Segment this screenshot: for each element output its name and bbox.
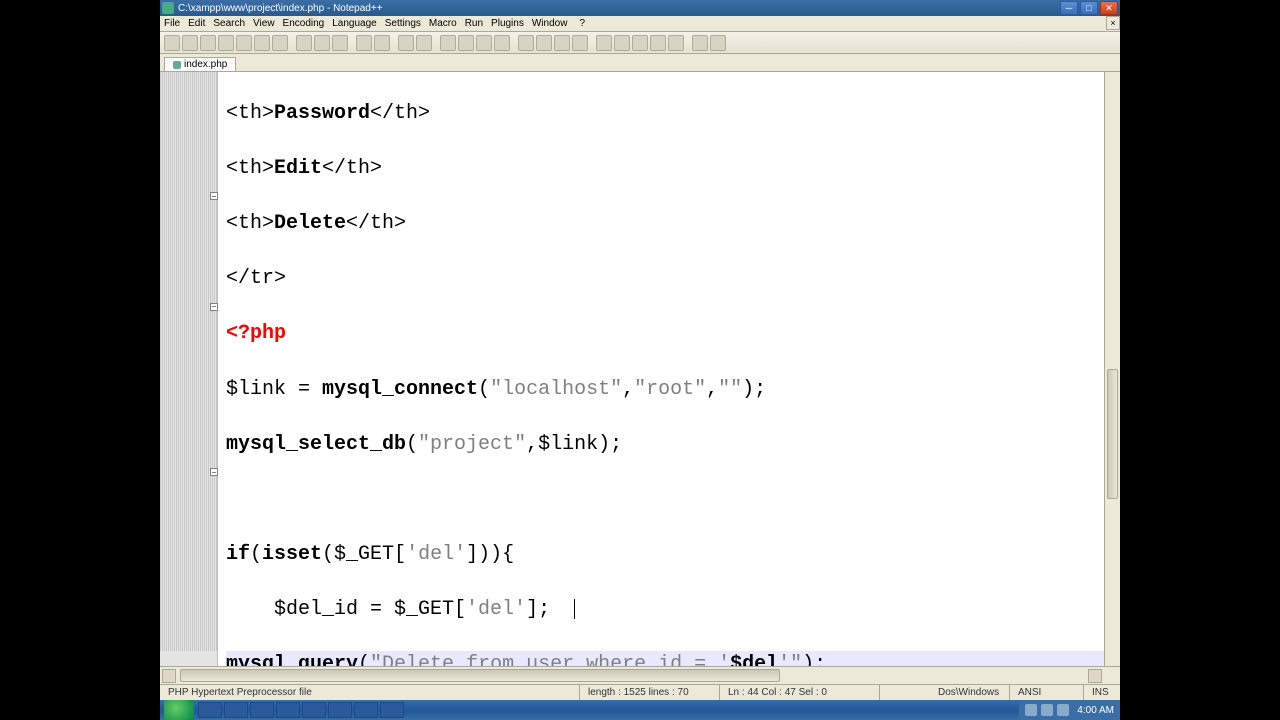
tab-indexphp[interactable]: index.php <box>164 57 236 71</box>
vertical-scrollbar[interactable] <box>1104 72 1120 666</box>
taskbar-item[interactable] <box>198 702 222 718</box>
toolbar <box>160 32 1120 54</box>
replace-icon[interactable] <box>416 35 432 51</box>
open-file-icon[interactable] <box>182 35 198 51</box>
taskbar-item[interactable] <box>276 702 300 718</box>
indent-guide-icon[interactable] <box>554 35 570 51</box>
menu-plugins[interactable]: Plugins <box>491 18 524 29</box>
line-number-gutter <box>160 72 218 684</box>
status-filetype: PHP Hypertext Preprocessor file <box>160 685 580 700</box>
zoom-out-icon[interactable] <box>458 35 474 51</box>
wordwrap-icon[interactable] <box>518 35 534 51</box>
doc-map-icon[interactable] <box>692 35 708 51</box>
app-icon <box>162 2 174 14</box>
menu-settings[interactable]: Settings <box>385 18 421 29</box>
play-macro-icon[interactable] <box>632 35 648 51</box>
play-multi-icon[interactable] <box>650 35 666 51</box>
start-button[interactable] <box>164 700 194 720</box>
taskbar-item[interactable] <box>328 702 352 718</box>
tabbar: index.php <box>160 54 1120 72</box>
tray-icon[interactable] <box>1025 704 1037 716</box>
paste-icon[interactable] <box>332 35 348 51</box>
menu-encoding[interactable]: Encoding <box>283 18 325 29</box>
taskbar-item[interactable] <box>224 702 248 718</box>
code-area[interactable]: <th>Password</th> <th>Edit</th> <th>Dele… <box>218 72 1120 684</box>
window-title: C:\xampp\www\project\index.php - Notepad… <box>178 3 1060 14</box>
sync-v-icon[interactable] <box>476 35 492 51</box>
show-all-chars-icon[interactable] <box>536 35 552 51</box>
scroll-right-button[interactable] <box>1088 669 1102 683</box>
app-window: C:\xampp\www\project\index.php - Notepad… <box>160 0 1120 700</box>
func-list-icon[interactable] <box>710 35 726 51</box>
sync-h-icon[interactable] <box>494 35 510 51</box>
titlebar[interactable]: C:\xampp\www\project\index.php - Notepad… <box>160 0 1120 16</box>
print-icon[interactable] <box>272 35 288 51</box>
taskbar-item[interactable] <box>250 702 274 718</box>
fold-icon[interactable] <box>210 468 218 476</box>
copy-icon[interactable] <box>314 35 330 51</box>
stop-macro-icon[interactable] <box>614 35 630 51</box>
status-eol: Dos\Windows <box>930 685 1010 700</box>
save-all-icon[interactable] <box>218 35 234 51</box>
menu-search[interactable]: Search <box>213 18 245 29</box>
close-doc-icon[interactable] <box>236 35 252 51</box>
status-ins: INS <box>1084 685 1120 700</box>
save-macro-icon[interactable] <box>668 35 684 51</box>
editor: <th>Password</th> <th>Edit</th> <th>Dele… <box>160 72 1120 684</box>
close-button[interactable]: ✕ <box>1100 1 1118 15</box>
fold-icon[interactable] <box>210 303 218 311</box>
status-encoding: ANSI <box>1010 685 1084 700</box>
menu-run[interactable]: Run <box>465 18 483 29</box>
menu-help[interactable]: ? <box>579 18 585 29</box>
close-all-icon[interactable] <box>254 35 270 51</box>
minimize-button[interactable]: ─ <box>1060 1 1078 15</box>
taskbar-item[interactable] <box>302 702 326 718</box>
find-icon[interactable] <box>398 35 414 51</box>
user-lang-icon[interactable] <box>572 35 588 51</box>
tab-label: index.php <box>184 59 227 70</box>
taskbar-item[interactable] <box>354 702 378 718</box>
status-length: length : 1525 lines : 70 <box>580 685 720 700</box>
taskbar-item[interactable] <box>380 702 404 718</box>
cut-icon[interactable] <box>296 35 312 51</box>
status-position: Ln : 44 Col : 47 Sel : 0 <box>720 685 880 700</box>
h-scrollbar-thumb[interactable] <box>180 669 780 682</box>
horizontal-scrollbar[interactable] <box>160 666 1120 684</box>
undo-icon[interactable] <box>356 35 372 51</box>
save-icon[interactable] <box>200 35 216 51</box>
redo-icon[interactable] <box>374 35 390 51</box>
clock[interactable]: 4:00 AM <box>1077 705 1114 716</box>
taskbar: 4:00 AM <box>160 700 1120 720</box>
doc-close-button[interactable]: × <box>1106 16 1120 30</box>
statusbar: PHP Hypertext Preprocessor file length :… <box>160 684 1120 700</box>
scroll-left-button[interactable] <box>162 669 176 683</box>
scroll-corner <box>1104 667 1120 684</box>
menu-language[interactable]: Language <box>332 18 377 29</box>
menu-edit[interactable]: Edit <box>188 18 205 29</box>
zoom-in-icon[interactable] <box>440 35 456 51</box>
text-cursor <box>574 599 575 619</box>
tab-file-icon <box>173 61 181 69</box>
menu-file[interactable]: File <box>164 18 180 29</box>
menu-view[interactable]: View <box>253 18 275 29</box>
tray-icon[interactable] <box>1041 704 1053 716</box>
menu-macro[interactable]: Macro <box>429 18 457 29</box>
maximize-button[interactable]: □ <box>1080 1 1098 15</box>
tray-volume-icon[interactable] <box>1057 704 1069 716</box>
fold-icon[interactable] <box>210 192 218 200</box>
menubar: File Edit Search View Encoding Language … <box>160 16 1120 32</box>
menu-window[interactable]: Window <box>532 18 568 29</box>
new-file-icon[interactable] <box>164 35 180 51</box>
scrollbar-thumb[interactable] <box>1107 369 1118 499</box>
system-tray: 4:00 AM <box>1019 700 1120 720</box>
record-macro-icon[interactable] <box>596 35 612 51</box>
